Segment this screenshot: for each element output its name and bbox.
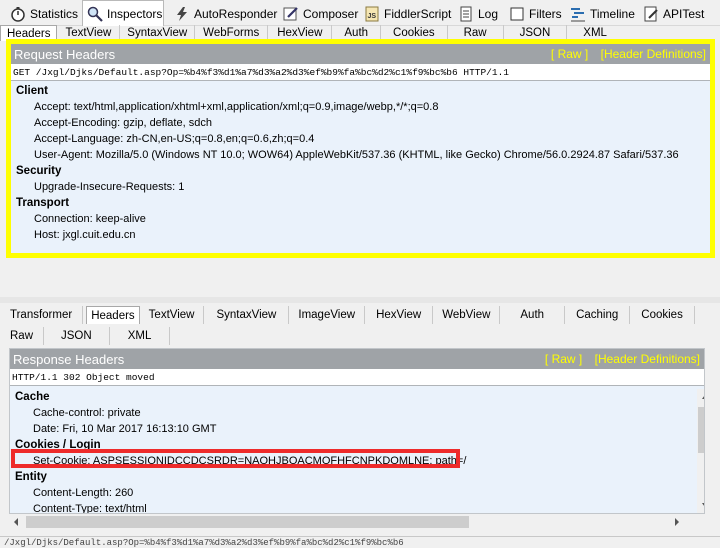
tab-fiddlerscript[interactable]: JS FiddlerScript xyxy=(360,2,452,26)
panel-splitter[interactable] xyxy=(0,297,720,303)
request-headers-title: Request Headers xyxy=(14,46,116,62)
response-tab-raw[interactable]: Raw xyxy=(0,327,45,345)
response-tab-syntaxview[interactable]: SyntaxView xyxy=(204,306,290,324)
response-headers-title-bar: Response Headers [ Raw ] [Header Definit… xyxy=(10,349,704,369)
response-tab-cookies[interactable]: Cookies xyxy=(630,306,695,324)
tab-label: Log xyxy=(478,7,499,21)
group-transport: Transport xyxy=(16,197,70,209)
tab-label: APITest xyxy=(663,7,705,21)
response-inspector-tabs-row2: Raw JSON XML xyxy=(0,327,720,345)
scroll-up-arrow-icon xyxy=(702,396,704,399)
tab-composer[interactable]: Composer xyxy=(279,2,359,26)
horizontal-scroll-thumb xyxy=(26,516,469,528)
tab-autoresponder[interactable]: AutoResponder xyxy=(170,2,278,26)
response-raw-link[interactable]: [ Raw ] xyxy=(545,352,582,366)
response-tab-auth[interactable]: Auth xyxy=(500,306,566,324)
magnifier-icon xyxy=(87,6,103,22)
response-tab-transformer[interactable]: Transformer xyxy=(0,306,84,324)
request-headers-panel: Request Headers [ Raw ] [Header Definiti… xyxy=(6,39,715,258)
response-tab-hexview[interactable]: HexView xyxy=(365,306,434,324)
tab-statistics[interactable]: Statistics xyxy=(6,2,80,26)
request-headers-title-bar: Request Headers [ Raw ] [Header Definiti… xyxy=(11,44,710,64)
response-inspector-tabs-row1: Transformer Headers TextView SyntaxView … xyxy=(0,306,720,324)
request-raw-link[interactable]: [ Raw ] xyxy=(551,47,588,61)
lightning-icon xyxy=(174,6,190,22)
svg-text:JS: JS xyxy=(368,13,377,20)
response-header-definitions-link[interactable]: [Header Definitions] xyxy=(595,352,700,366)
scroll-right-arrow-icon xyxy=(675,518,679,526)
scroll-thumb xyxy=(698,407,704,453)
checkbox-icon xyxy=(509,6,525,22)
group-cache: Cache xyxy=(15,391,50,403)
edit-document-icon xyxy=(643,6,659,22)
response-status-line: HTTP/1.1 302 Object moved xyxy=(10,369,704,386)
tab-label: Timeline xyxy=(590,7,635,21)
set-cookie-highlight-box xyxy=(11,449,460,468)
response-headers-panel: Response Headers [ Raw ] [Header Definit… xyxy=(9,348,705,514)
response-tab-caching[interactable]: Caching xyxy=(565,306,631,324)
pencil-icon xyxy=(283,6,299,22)
group-entity: Entity xyxy=(15,471,47,483)
header-content-type: Content-Type: text/html xyxy=(33,503,147,514)
tab-inspectors[interactable]: Inspectors xyxy=(82,0,164,26)
group-security: Security xyxy=(16,165,62,177)
log-icon xyxy=(458,6,474,22)
tab-label: Statistics xyxy=(30,7,79,21)
timeline-icon xyxy=(570,6,586,22)
header-connection: Connection: keep-alive xyxy=(34,213,146,225)
scroll-down-arrow-icon xyxy=(702,503,704,506)
tab-label: FiddlerScript xyxy=(384,7,452,21)
header-accept-language: Accept-Language: zh-CN,en-US;q=0.8,en;q=… xyxy=(34,133,315,145)
response-tab-xml[interactable]: XML xyxy=(110,327,171,345)
request-line: GET /Jxgl/Djks/Default.asp?Op=%b4%f3%d1%… xyxy=(11,64,710,81)
tab-apitest[interactable]: APITest xyxy=(639,2,717,26)
group-client: Client xyxy=(16,85,48,97)
tab-log[interactable]: Log xyxy=(454,2,499,26)
header-upgrade-insecure-requests: Upgrade-Insecure-Requests: 1 xyxy=(34,181,185,193)
header-content-length: Content-Length: 260 xyxy=(33,487,134,499)
scroll-left-arrow-icon xyxy=(14,518,18,526)
response-vertical-scrollbar[interactable] xyxy=(697,389,704,513)
tab-label: Composer xyxy=(303,7,359,21)
response-tab-imageview[interactable]: ImageView xyxy=(289,306,366,324)
tab-label: AutoResponder xyxy=(194,7,278,21)
request-header-tree: Client Accept: text/html,application/xht… xyxy=(11,81,710,243)
header-user-agent: User-Agent: Mozilla/5.0 (Windows NT 10.0… xyxy=(34,149,679,161)
response-tab-json[interactable]: JSON xyxy=(44,327,110,345)
status-bar: /Jxgl/Djks/Default.asp?Op=%b4%f3%d1%a7%d… xyxy=(0,536,720,548)
response-headers-title: Response Headers xyxy=(13,351,125,367)
tab-label: Filters xyxy=(529,7,562,21)
response-horizontal-scrollbar[interactable] xyxy=(9,514,705,530)
response-tab-webview[interactable]: WebView xyxy=(433,306,501,324)
tab-filters[interactable]: Filters xyxy=(505,2,563,26)
js-script-icon: JS xyxy=(364,6,380,22)
response-tab-headers[interactable]: Headers xyxy=(86,306,140,324)
tab-timeline[interactable]: Timeline xyxy=(566,2,635,26)
header-accept: Accept: text/html,application/xhtml+xml,… xyxy=(34,101,439,113)
request-header-definitions-link[interactable]: [Header Definitions] xyxy=(601,47,706,61)
header-host: Host: jxgl.cuit.edu.cn xyxy=(34,229,136,241)
header-date: Date: Fri, 10 Mar 2017 16:13:10 GMT xyxy=(33,423,217,435)
tab-label: Inspectors xyxy=(107,6,163,21)
header-accept-encoding: Accept-Encoding: gzip, deflate, sdch xyxy=(34,117,212,129)
stopwatch-icon xyxy=(10,6,26,22)
header-cache-control: Cache-control: private xyxy=(33,407,141,419)
response-tab-textview[interactable]: TextView xyxy=(140,306,205,324)
top-tab-strip: Statistics Inspectors AutoResponder Comp… xyxy=(0,0,720,26)
